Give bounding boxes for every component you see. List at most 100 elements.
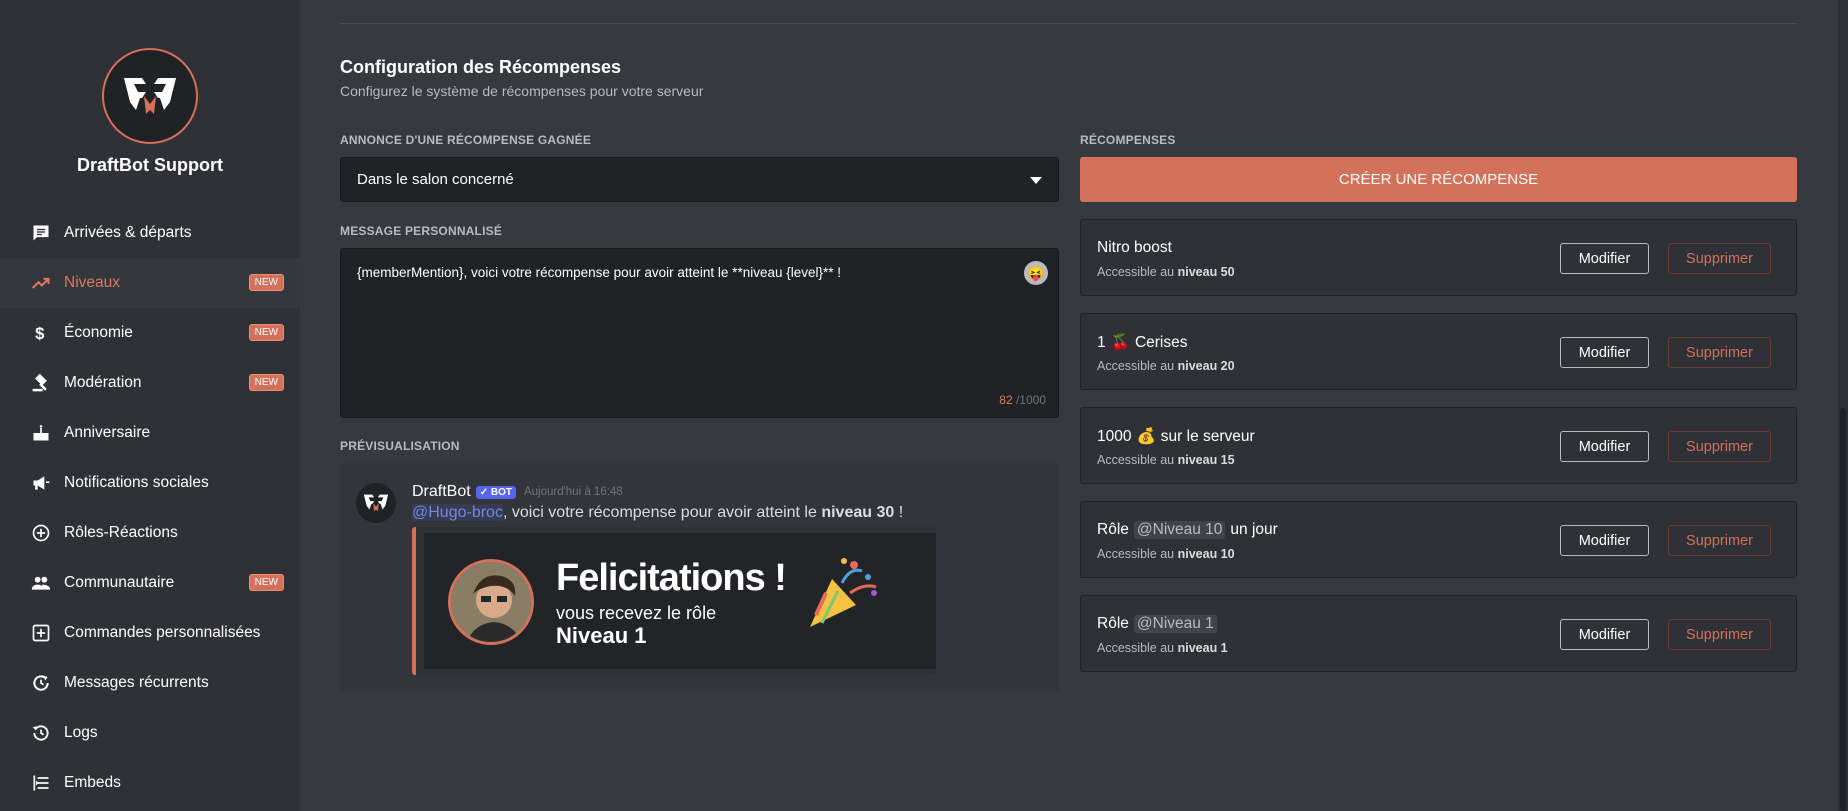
avatar <box>356 483 396 523</box>
server-logo[interactable] <box>102 48 198 144</box>
reward-level-value: niveau 15 <box>1177 453 1235 467</box>
reward-card: Nitro boost Accessible au niveau 50 Modi… <box>1080 219 1797 296</box>
bot-badge: ✓ BOT <box>475 485 516 499</box>
sidebar-item-logs[interactable]: Logs <box>0 708 300 758</box>
preview-label: PRÉVISUALISATION <box>340 439 460 453</box>
create-reward-button[interactable]: CRÉER UNE RÉCOMPENSE <box>1080 157 1797 202</box>
char-max: /1000 <box>1015 393 1046 407</box>
sidebar-item-moderation[interactable]: Modération NEW <box>0 358 300 408</box>
sidebar-item-communautaire[interactable]: Communautaire NEW <box>0 558 300 608</box>
delete-button[interactable]: Supprimer <box>1668 243 1771 274</box>
message-header: DraftBot ✓ BOT Aujourd'hui à 16:48 <box>412 483 623 501</box>
reward-name-suffix: Cerises <box>1134 333 1188 351</box>
modify-button[interactable]: Modifier <box>1560 337 1649 368</box>
reward-level: Accessible au niveau 1 <box>1097 641 1228 655</box>
modify-button[interactable]: Modifier <box>1560 525 1649 556</box>
history-icon <box>30 722 52 744</box>
char-counter: 82 /1000 <box>999 393 1046 407</box>
reward-name-text: 1000 <box>1097 427 1132 445</box>
sidebar-item-anniversaire[interactable]: Anniversaire <box>0 408 300 458</box>
reward-level: Accessible au niveau 10 <box>1097 547 1235 561</box>
chevron-down-icon <box>1030 177 1042 184</box>
svg-text:$: $ <box>35 324 45 343</box>
reward-name-text: Rôle <box>1097 521 1129 538</box>
sidebar-item-label: Embeds <box>64 774 121 791</box>
reward-level-prefix: Accessible au <box>1097 547 1178 561</box>
sidebar-item-label: Commandes personnalisées <box>64 624 261 641</box>
draftbot-logo-icon <box>124 78 176 114</box>
message-time: Aujourd'hui à 16:48 <box>523 486 623 498</box>
new-badge: NEW <box>248 574 284 591</box>
message-icon <box>30 222 52 244</box>
reward-level: Accessible au niveau 20 <box>1097 359 1235 373</box>
delete-button[interactable]: Supprimer <box>1668 337 1771 368</box>
message-text: @Hugo-broc, voici votre récompense pour … <box>412 504 903 522</box>
new-badge: NEW <box>248 324 284 341</box>
sidebar-item-label: Messages récurrents <box>64 674 209 691</box>
reward-name: 1000 💰 sur le serveur <box>1097 427 1255 446</box>
sidebar-item-label: Modération <box>64 374 142 391</box>
reward-name-text: 1 <box>1097 333 1106 351</box>
reward-level-value: niveau 1 <box>1177 641 1228 655</box>
people-icon <box>30 572 52 594</box>
scrollbar-thumb[interactable] <box>1840 408 1846 811</box>
role-mention: @Niveau 10 <box>1133 521 1226 539</box>
sidebar-item-roles-reactions[interactable]: Rôles-Réactions <box>0 508 300 558</box>
sidebar-item-label: Économie <box>64 324 133 341</box>
modify-button[interactable]: Modifier <box>1560 431 1649 462</box>
reward-level: Accessible au niveau 15 <box>1097 453 1235 467</box>
sidebar-item-label: Notifications sociales <box>64 474 209 491</box>
reward-card: 1 🍒 Cerises Accessible au niveau 20 Modifi… <box>1080 313 1797 390</box>
sidebar-item-arrivees-departs[interactable]: Arrivées & départs <box>0 208 300 258</box>
sidebar-nav: Arrivées & départs Niveaux NEW $ Économi… <box>0 208 300 808</box>
sidebar-item-label: Arrivées & départs <box>64 224 192 241</box>
money-bag-icon: 💰 <box>1136 428 1156 445</box>
message-value: {memberMention}, voici votre récompense … <box>357 265 842 280</box>
message-text-bold: niveau 30 <box>821 504 895 521</box>
add-circle-icon <box>30 522 52 544</box>
announce-label: ANNONCE D'UNE RÉCOMPENSE GAGNÉE <box>340 133 592 147</box>
reward-level-prefix: Accessible au <box>1097 453 1178 467</box>
announce-select[interactable]: Dans le salon concerné <box>340 157 1059 202</box>
sidebar-item-messages-recurrents[interactable]: Messages récurrents <box>0 658 300 708</box>
emoji-picker-icon[interactable]: 😝 <box>1024 261 1048 285</box>
reward-name: Nitro boost <box>1097 239 1172 257</box>
reward-level: Accessible au niveau 50 <box>1097 265 1235 279</box>
divider <box>340 23 1797 24</box>
delete-button[interactable]: Supprimer <box>1668 619 1771 650</box>
embed-title: Felicitations ! <box>556 557 787 599</box>
add-box-icon <box>30 622 52 644</box>
sidebar-item-economie[interactable]: $ Économie NEW <box>0 308 300 358</box>
cake-icon <box>30 422 52 444</box>
delete-button[interactable]: Supprimer <box>1668 431 1771 462</box>
sidebar-item-embeds[interactable]: Embeds <box>0 758 300 808</box>
reward-level-value: niveau 50 <box>1177 265 1235 279</box>
dollar-icon: $ <box>30 322 52 344</box>
embed-icon <box>30 772 52 794</box>
role-mention: @Niveau 1 <box>1133 615 1217 633</box>
reward-name-text: Rôle <box>1097 615 1129 632</box>
embed-image: Felicitations ! vous recevez le rôle Niv… <box>424 533 936 669</box>
sidebar-item-commandes-personnalisees[interactable]: Commandes personnalisées <box>0 608 300 658</box>
reward-name-suffix: sur le serveur <box>1160 427 1255 445</box>
main-content: Configuration des Récompenses Configurez… <box>300 0 1848 811</box>
user-avatar-photo <box>448 559 534 645</box>
portrait-icon <box>451 562 531 642</box>
message-textarea[interactable]: {memberMention}, voici votre récompense … <box>340 248 1059 418</box>
modify-button[interactable]: Modifier <box>1560 619 1649 650</box>
message-embed: Felicitations ! vous recevez le rôle Niv… <box>412 527 936 675</box>
scrollbar[interactable] <box>1838 0 1848 811</box>
sidebar-item-niveaux[interactable]: Niveaux NEW <box>0 258 300 308</box>
page-title: Configuration des Récompenses <box>340 57 622 77</box>
reward-level-value: niveau 20 <box>1177 359 1235 373</box>
announce-select-value: Dans le salon concerné <box>357 171 514 188</box>
sidebar-item-notifications-sociales[interactable]: Notifications sociales <box>0 458 300 508</box>
delete-button[interactable]: Supprimer <box>1668 525 1771 556</box>
message-label: MESSAGE PERSONNALISÉ <box>340 224 503 238</box>
reward-card: Rôle @Niveau 10 un jour Accessible au nive… <box>1080 501 1797 578</box>
sidebar: DraftBot Support Arrivées & départs Nive… <box>0 0 300 811</box>
gavel-icon <box>30 372 52 394</box>
modify-button[interactable]: Modifier <box>1560 243 1649 274</box>
char-count: 82 <box>999 393 1013 407</box>
party-popper-icon <box>810 558 877 627</box>
